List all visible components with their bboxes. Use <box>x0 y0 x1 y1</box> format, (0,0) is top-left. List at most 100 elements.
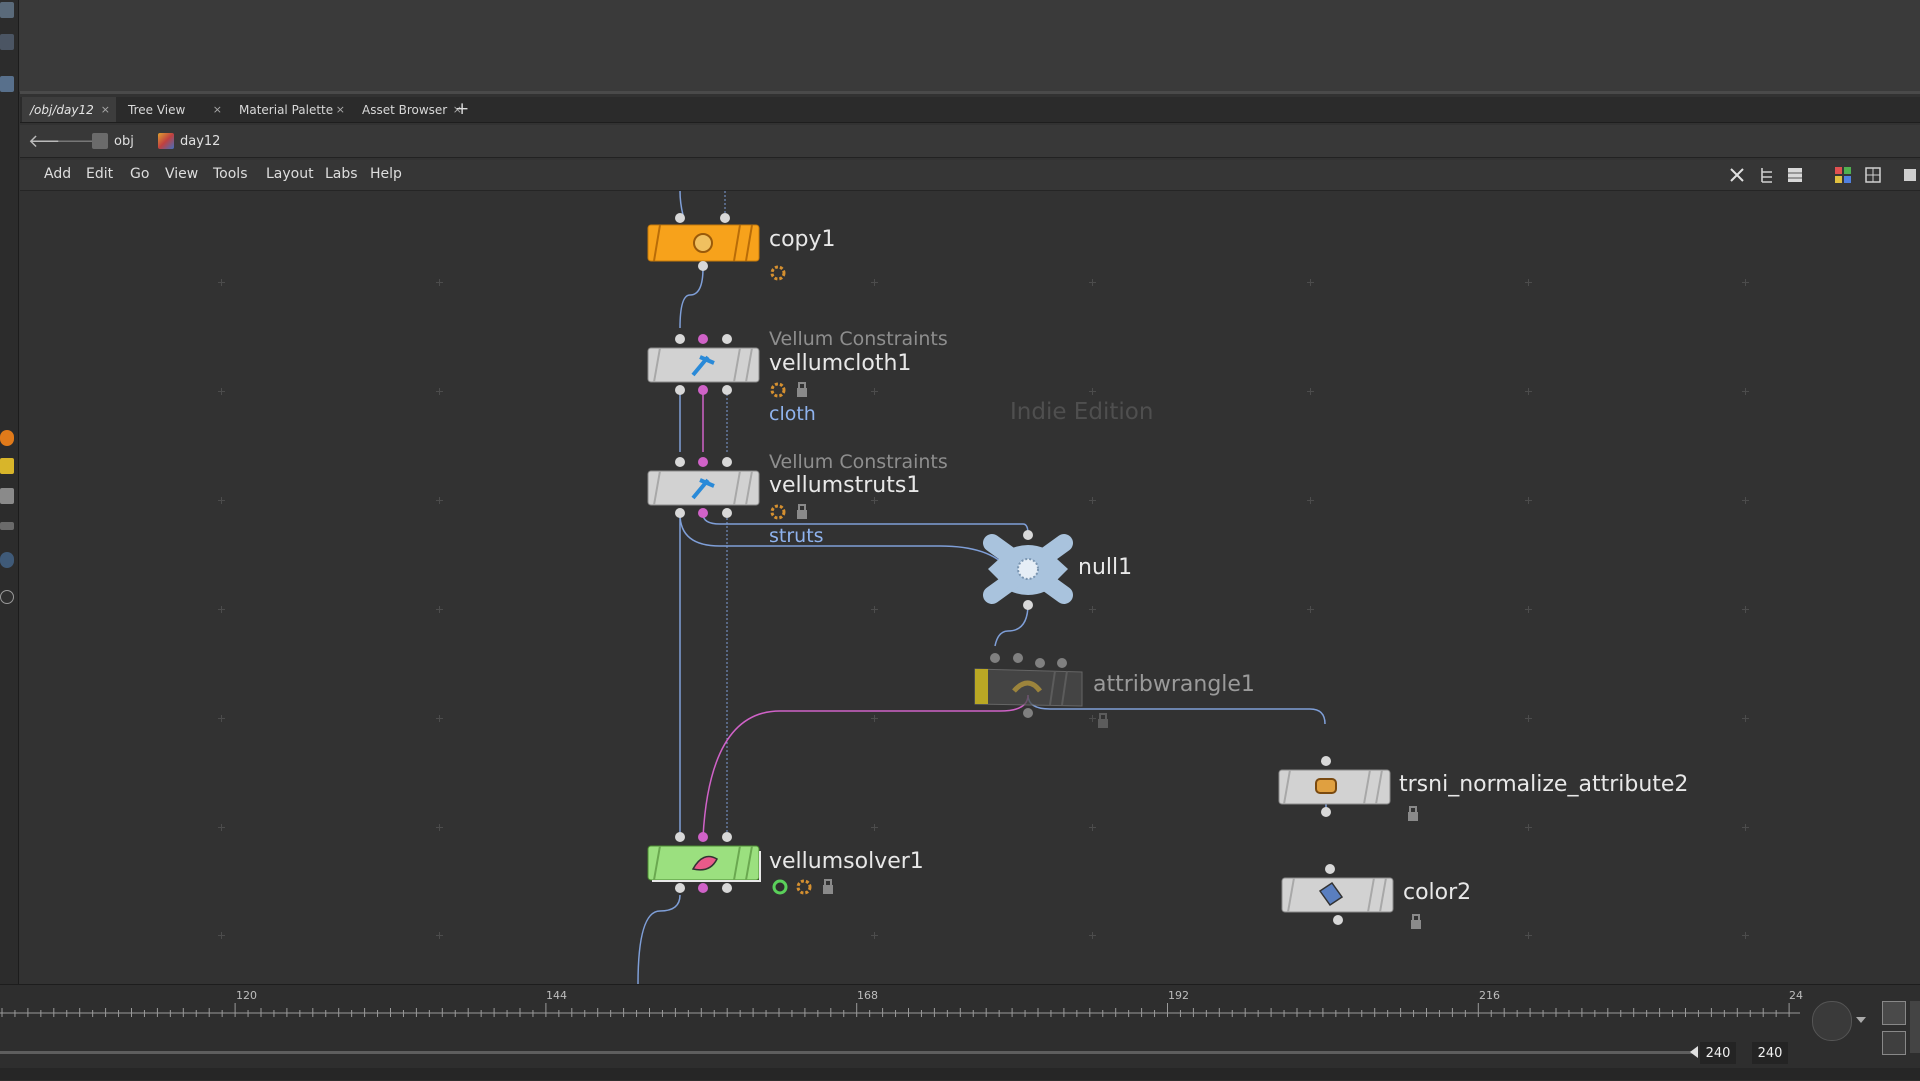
range-slider[interactable] <box>0 1051 1696 1054</box>
node-label-trsni-normalize-attribute2[interactable]: trsni_normalize_attribute2 <box>1399 772 1688 797</box>
add-tab-button[interactable]: + <box>455 97 469 122</box>
menu-view[interactable]: View <box>165 166 198 182</box>
path-bar: 🡐 🡒 obj day12 <box>20 125 1920 158</box>
node-label-vellumsolver1[interactable]: vellumsolver1 <box>769 849 924 874</box>
wire <box>679 267 704 329</box>
close-icon[interactable]: × <box>336 103 345 116</box>
note-tool-icon[interactable] <box>0 488 14 504</box>
input-connector <box>1013 653 1023 663</box>
output-connector <box>1023 600 1033 610</box>
input-connector <box>1023 530 1033 540</box>
end-frame-field-2[interactable]: 240 <box>1752 1042 1788 1064</box>
tab-asset-browser[interactable]: Asset Browser × <box>354 97 468 122</box>
input-connector <box>698 832 708 842</box>
wire <box>679 191 684 216</box>
realtime-toggle-icon[interactable] <box>1882 1001 1906 1025</box>
left-tool-strip <box>0 0 19 985</box>
output-connector <box>722 883 732 893</box>
circle-tool-icon[interactable] <box>0 552 14 568</box>
node-label-copy1[interactable]: copy1 <box>769 227 836 252</box>
wire <box>994 603 1029 647</box>
output-connector <box>698 508 708 518</box>
key-options-icon[interactable] <box>1812 1001 1852 1041</box>
breadcrumb-day12[interactable]: day12 <box>158 131 220 151</box>
pane-divider[interactable] <box>20 91 1920 94</box>
node-label-attribwrangle1[interactable]: attribwrangle1 <box>1093 672 1255 697</box>
scene-view-pane <box>0 0 1920 92</box>
close-icon[interactable]: × <box>213 103 222 116</box>
timeline-ruler[interactable] <box>0 985 1800 1025</box>
menu-add[interactable]: Add <box>44 166 71 182</box>
clock-tool-icon[interactable] <box>0 590 14 604</box>
node-label-null1[interactable]: null1 <box>1078 555 1132 580</box>
node-type-label: Vellum Constraints <box>769 328 948 350</box>
tab-tree-view[interactable]: Tree View × <box>120 97 228 122</box>
menu-layout[interactable]: Layout <box>266 166 314 182</box>
node-null1 <box>983 530 1073 610</box>
flag-gear-icon <box>796 879 812 895</box>
panel-options-icon[interactable] <box>1900 166 1918 184</box>
output-connector <box>675 883 685 893</box>
input-connector <box>990 653 1000 663</box>
dropdown-icon[interactable] <box>0 522 14 530</box>
tab-obj-day12[interactable]: /obj/day12 × <box>22 97 116 122</box>
yellow-sticky-icon[interactable] <box>0 458 14 474</box>
input-connector <box>1321 756 1331 766</box>
output-connector <box>722 385 732 395</box>
tab-material-palette[interactable]: Material Palette × <box>231 97 351 122</box>
tools-wrench-icon[interactable] <box>1728 166 1746 184</box>
tab-label: Asset Browser <box>362 102 448 117</box>
input-connector <box>675 832 685 842</box>
output-connector <box>698 385 708 395</box>
breadcrumb-obj[interactable]: obj <box>92 131 134 151</box>
lock-icon <box>823 879 833 894</box>
menu-edit[interactable]: Edit <box>86 166 113 182</box>
menu-help[interactable]: Help <box>370 166 402 182</box>
transform-tool-icon[interactable] <box>0 34 14 50</box>
output-connector <box>1023 708 1033 718</box>
node-label-vellumstruts1[interactable]: vellumstruts1 <box>769 473 920 498</box>
input-connector <box>1325 864 1335 874</box>
input-connector <box>722 334 732 344</box>
select-tool-icon[interactable] <box>0 2 14 18</box>
pane-tab-bar: /obj/day12 × Tree View × Material Palett… <box>20 97 1920 123</box>
network-editor[interactable]: Indie Edition copy1 Vellum Constraints v… <box>20 191 1920 984</box>
node-label-vellumcloth1[interactable]: vellumcloth1 <box>769 351 911 376</box>
color-palette-icon[interactable] <box>1834 166 1852 184</box>
list-view-icon[interactable] <box>1786 166 1804 184</box>
output-connector <box>1321 807 1331 817</box>
orange-flag-icon[interactable] <box>0 430 14 446</box>
menu-labs[interactable]: Labs <box>325 166 358 182</box>
range-handle-icon[interactable] <box>1690 1046 1698 1058</box>
tab-label: /obj/day12 <box>30 102 94 117</box>
breadcrumb-label: day12 <box>180 133 221 149</box>
null-center-icon <box>1017 558 1039 580</box>
output-connector <box>698 261 708 271</box>
input-connector <box>722 457 732 467</box>
lock-icon <box>1411 914 1421 929</box>
playbar-timeline[interactable]: 120 144 168 192 216 24 240 240 <box>0 984 1920 1081</box>
tab-label: Tree View <box>128 102 186 117</box>
close-icon[interactable]: × <box>101 103 110 116</box>
lock-icon <box>1098 713 1108 728</box>
node-trsni-normalize-attribute2 <box>1278 756 1418 821</box>
tree-layout-icon[interactable] <box>1758 166 1776 184</box>
menu-go[interactable]: Go <box>130 166 149 182</box>
geometry-icon <box>158 133 174 149</box>
end-frame-field[interactable]: 240 <box>1700 1042 1736 1064</box>
menu-tools[interactable]: Tools <box>213 166 248 182</box>
dropdown-arrow-icon[interactable] <box>1856 1017 1866 1023</box>
output-connector <box>1333 915 1343 925</box>
lock-icon <box>1408 806 1418 821</box>
sync-toggle-icon[interactable] <box>1882 1031 1906 1055</box>
lock-icon <box>797 382 807 397</box>
shape-palette-icon[interactable] <box>1864 166 1882 184</box>
lock-icon <box>797 504 807 519</box>
extra-panel-icon[interactable] <box>1910 1001 1920 1053</box>
node-label-color2[interactable]: color2 <box>1403 880 1471 905</box>
tab-label: Material Palette <box>239 102 334 117</box>
view-tool-icon[interactable] <box>0 76 14 92</box>
network-menu-bar: Add Edit Go View Tools Layout Labs Help <box>20 160 1920 191</box>
wire <box>702 513 1029 535</box>
tick-label: 168 <box>857 989 878 1002</box>
